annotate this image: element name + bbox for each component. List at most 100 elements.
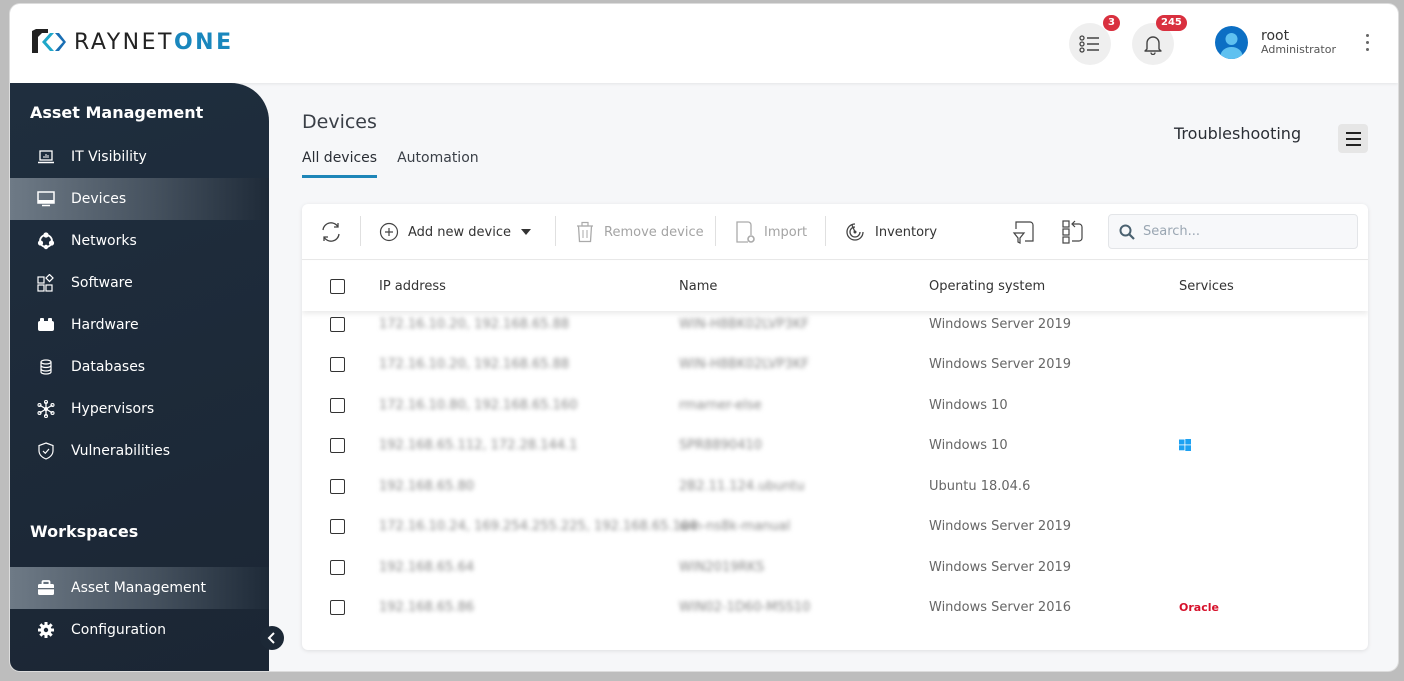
- search-box[interactable]: [1108, 214, 1358, 249]
- cell-name: rmarner-else: [679, 397, 762, 413]
- troubleshooting-link[interactable]: Troubleshooting: [1174, 124, 1301, 143]
- notifications-button[interactable]: 245: [1132, 15, 1187, 65]
- gear-icon: [36, 621, 56, 639]
- sidebar-item-label: IT Visibility: [71, 149, 147, 165]
- chevron-left-icon: [267, 632, 275, 644]
- row-checkbox[interactable]: [330, 478, 345, 494]
- tab-automation[interactable]: Automation: [397, 150, 479, 178]
- import-button[interactable]: Import: [735, 218, 807, 246]
- table-row[interactable]: 172.16.10.80, 192.168.65.160 rmarner-else…: [302, 385, 1368, 425]
- search-input[interactable]: [1143, 224, 1343, 239]
- table-row[interactable]: 192.168.65.86 WIN02-1D60-MSS10 Windows Ser…: [302, 587, 1368, 627]
- avatar: [1215, 26, 1248, 59]
- brand-name: RAYNETONE: [74, 30, 234, 55]
- column-header-operating-system[interactable]: Operating system: [929, 261, 1045, 311]
- table-row[interactable]: 172.16.10.24, 169.254.255.225, 192.168.6…: [302, 506, 1368, 546]
- column-header-name[interactable]: Name: [679, 261, 717, 311]
- cell-name: WIN-H8BK02LVP3KF: [679, 356, 809, 372]
- cell-name: 2B2.11.124.ubuntu: [679, 478, 805, 494]
- filter-file-icon: [1012, 221, 1034, 244]
- filter-button[interactable]: [1012, 218, 1036, 246]
- cell-name: WIN2019RKS: [679, 559, 765, 575]
- sidebar-item-devices[interactable]: Devices: [10, 178, 269, 220]
- search-icon: [1119, 224, 1135, 240]
- hypervisor-icon: [36, 400, 56, 418]
- brand-logo[interactable]: RAYNETONE: [30, 27, 234, 57]
- remove-device-button[interactable]: Remove device: [575, 218, 704, 246]
- refresh-button[interactable]: [319, 218, 343, 246]
- app-window: RAYNETONE 3 245 root Administrator Asset…: [10, 4, 1398, 671]
- toolbar-divider: [360, 216, 361, 246]
- task-list-icon: [1079, 35, 1099, 53]
- database-icon: [36, 359, 56, 375]
- toolbar: Add new device Remove device Import Inve…: [302, 204, 1368, 260]
- workspace-item-asset-management[interactable]: Asset Management: [10, 567, 269, 609]
- toolbar-divider: [825, 216, 826, 246]
- user-menu[interactable]: root Administrator: [1215, 26, 1336, 59]
- sidebar-item-it-visibility[interactable]: IT Visibility: [10, 136, 269, 178]
- tab-all-devices[interactable]: All devices: [302, 150, 378, 178]
- collapse-sidebar-button[interactable]: [260, 626, 284, 650]
- row-checkbox[interactable]: [330, 397, 345, 413]
- table-row[interactable]: 192.168.65.64 WIN2019RKS Windows Server 20…: [302, 547, 1368, 587]
- refresh-icon: [322, 222, 340, 242]
- cell-ip-address: 192.168.65.86: [379, 599, 475, 615]
- select-all-checkbox[interactable]: [330, 278, 345, 294]
- brand-suffix: ONE: [173, 29, 234, 55]
- cell-name: WIN02-1D60-MSS10: [679, 599, 811, 615]
- sidebar-item-networks[interactable]: Networks: [10, 220, 269, 262]
- sidebar-item-label: Software: [71, 275, 133, 291]
- sidebar-item-databases[interactable]: Databases: [10, 346, 269, 388]
- add-new-device-button[interactable]: Add new device: [379, 218, 532, 246]
- workspace-item-label: Asset Management: [71, 580, 206, 596]
- notifications-badge: 245: [1156, 15, 1187, 31]
- add-new-device-label: Add new device: [408, 224, 512, 240]
- table-row[interactable]: 192.168.65.80 2B2.11.124.ubuntu Ubuntu 18.…: [302, 466, 1368, 506]
- cell-name: win-ns8k-manual: [679, 518, 791, 534]
- row-checkbox[interactable]: [330, 356, 345, 372]
- page-tabs: All devices Automation: [302, 150, 479, 178]
- more-options-icon[interactable]: [1364, 34, 1370, 51]
- row-checkbox[interactable]: [330, 599, 345, 615]
- sidebar-item-software[interactable]: Software: [10, 262, 269, 304]
- workspace-item-configuration[interactable]: Configuration: [10, 609, 269, 651]
- row-checkbox[interactable]: [330, 559, 345, 575]
- sidebar-item-label: Hardware: [71, 317, 139, 333]
- sidebar-item-vulnerabilities[interactable]: Vulnerabilities: [10, 430, 269, 472]
- sidebar-item-label: Hypervisors: [71, 401, 155, 417]
- cell-services: Oracle: [1179, 587, 1219, 627]
- software-icon: [36, 274, 56, 292]
- cell-operating-system: Windows Server 2016: [929, 599, 1072, 615]
- sidebar-item-hypervisors[interactable]: Hypervisors: [10, 388, 269, 430]
- tasks-button[interactable]: 3: [1069, 15, 1120, 65]
- row-checkbox[interactable]: [330, 518, 345, 534]
- bell-icon: [1144, 36, 1162, 55]
- laptop-chart-icon: [36, 150, 56, 164]
- sidebar-item-label: Vulnerabilities: [71, 443, 171, 459]
- table-row[interactable]: 172.16.10.20, 192.168.65.88 WIN-H8BK02LVP…: [302, 344, 1368, 384]
- table-row[interactable]: 192.168.65.112, 172.28.144.1 SPR8890410 Wi…: [302, 425, 1368, 465]
- toolbar-divider: [715, 216, 716, 246]
- user-name: root: [1261, 27, 1290, 44]
- tasks-badge: 3: [1103, 15, 1120, 31]
- sidebar-section-title: Asset Management: [30, 103, 204, 122]
- hamburger-menu-icon[interactable]: [1338, 124, 1368, 153]
- column-header-ip-address[interactable]: IP address: [379, 261, 446, 311]
- briefcase-icon: [36, 580, 56, 596]
- row-checkbox[interactable]: [330, 316, 345, 332]
- user-role: Administrator: [1261, 43, 1336, 57]
- hardware-icon: [36, 317, 56, 333]
- caret-down-icon: [521, 229, 532, 235]
- top-bar: RAYNETONE 3 245 root Administrator: [10, 4, 1398, 83]
- column-header-services[interactable]: Services: [1179, 261, 1234, 311]
- inventory-button[interactable]: Inventory: [844, 218, 937, 246]
- devices-card: Add new device Remove device Import Inve…: [302, 204, 1368, 650]
- plus-circle-icon: [379, 222, 399, 242]
- service-label: Oracle: [1179, 600, 1219, 614]
- column-settings-button[interactable]: [1061, 218, 1085, 246]
- row-checkbox[interactable]: [330, 437, 345, 453]
- trash-icon: [577, 221, 593, 243]
- sidebar-item-hardware[interactable]: Hardware: [10, 304, 269, 346]
- monitor-icon: [36, 191, 56, 207]
- sidebar-item-label: Databases: [71, 359, 146, 375]
